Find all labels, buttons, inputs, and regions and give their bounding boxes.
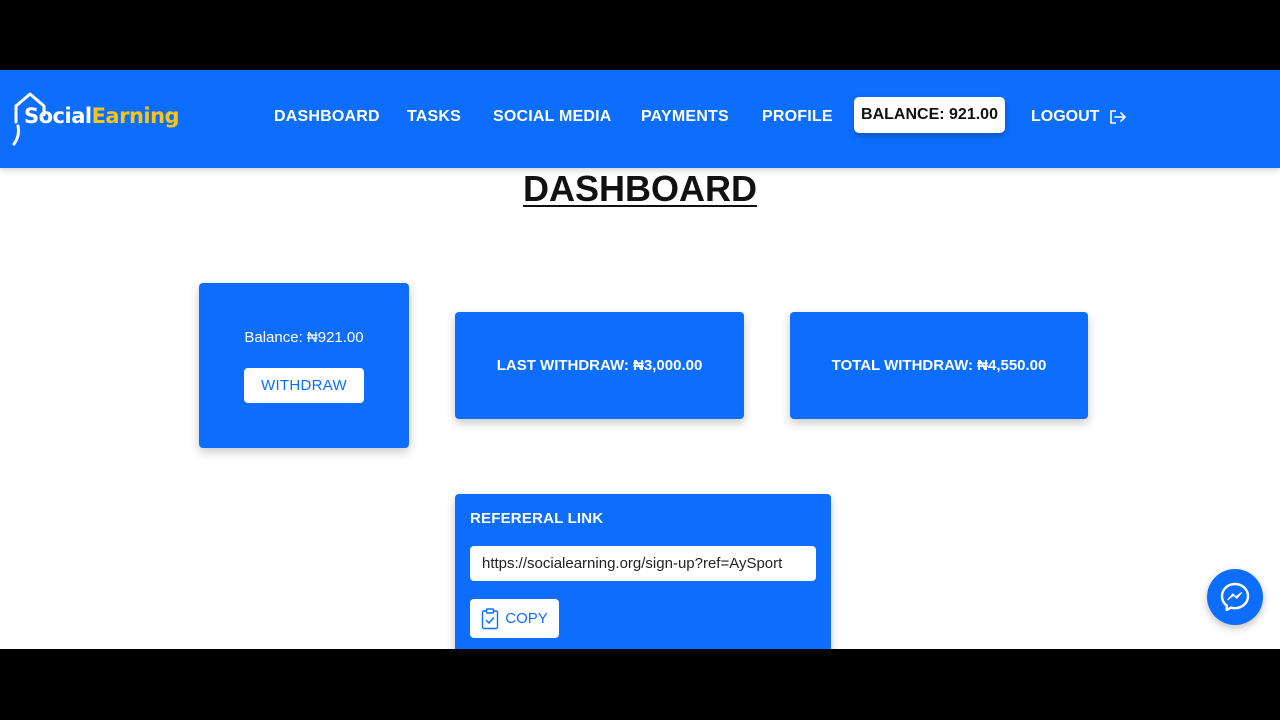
logo[interactable]: SocialEarning bbox=[10, 92, 200, 146]
withdraw-button[interactable]: WITHDRAW bbox=[244, 367, 364, 403]
last-withdraw-text: LAST WITHDRAW: ₦3,000.00 bbox=[496, 357, 703, 374]
balance-badge-label: BALANCE: 921.00 bbox=[861, 106, 998, 123]
withdraw-button-label: WITHDRAW bbox=[261, 376, 347, 394]
messenger-chat-button[interactable] bbox=[1207, 569, 1263, 625]
nav-payments[interactable]: PAYMENTS bbox=[641, 108, 729, 126]
referral-card: REFERERAL LINK COPY bbox=[455, 494, 831, 649]
logout-icon bbox=[1110, 110, 1127, 124]
copy-button-label: COPY bbox=[505, 610, 548, 627]
last-withdraw-card: LAST WITHDRAW: ₦3,000.00 bbox=[455, 312, 744, 419]
logout-label: LOGOUT bbox=[1031, 108, 1100, 125]
nav-tasks[interactable]: TASKS bbox=[407, 108, 461, 126]
app-viewport: SocialEarning DASHBOARD TASKS SOCIAL MED… bbox=[0, 70, 1280, 649]
referral-title: REFERERAL LINK bbox=[470, 510, 604, 527]
balance-badge: BALANCE: 921.00 bbox=[854, 97, 1005, 133]
total-withdraw-text: TOTAL WITHDRAW: ₦4,550.00 bbox=[831, 357, 1047, 374]
total-withdraw-card: TOTAL WITHDRAW: ₦4,550.00 bbox=[790, 312, 1088, 419]
nav-social-media[interactable]: SOCIAL MEDIA bbox=[493, 108, 612, 126]
messenger-icon bbox=[1220, 582, 1250, 612]
navbar: SocialEarning DASHBOARD TASKS SOCIAL MED… bbox=[0, 70, 1280, 168]
nav-profile[interactable]: PROFILE bbox=[762, 108, 833, 126]
referral-link-input[interactable] bbox=[470, 546, 816, 581]
logout-button[interactable]: LOGOUT bbox=[1031, 108, 1127, 126]
copy-button[interactable]: COPY bbox=[470, 599, 559, 638]
balance-card-text: Balance: ₦921.00 bbox=[244, 328, 364, 346]
logo-text-social: Social bbox=[24, 104, 92, 128]
page-title: DASHBOARD bbox=[523, 168, 757, 209]
clipboard-check-icon bbox=[482, 607, 499, 629]
nav-dashboard[interactable]: DASHBOARD bbox=[274, 108, 380, 126]
balance-card: Balance: ₦921.00 WITHDRAW bbox=[199, 283, 409, 448]
logo-text-earning: Earning bbox=[91, 104, 180, 128]
logo-text: SocialEarning bbox=[24, 104, 180, 128]
